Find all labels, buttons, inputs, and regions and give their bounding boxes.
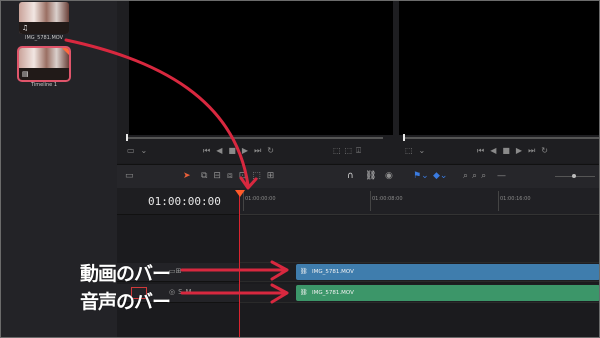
audio-bar-annotation: 音声のバー: [80, 291, 171, 313]
drag-arrow: [64, 38, 250, 187]
video-bar-annotation: 動画のバー: [80, 263, 171, 285]
